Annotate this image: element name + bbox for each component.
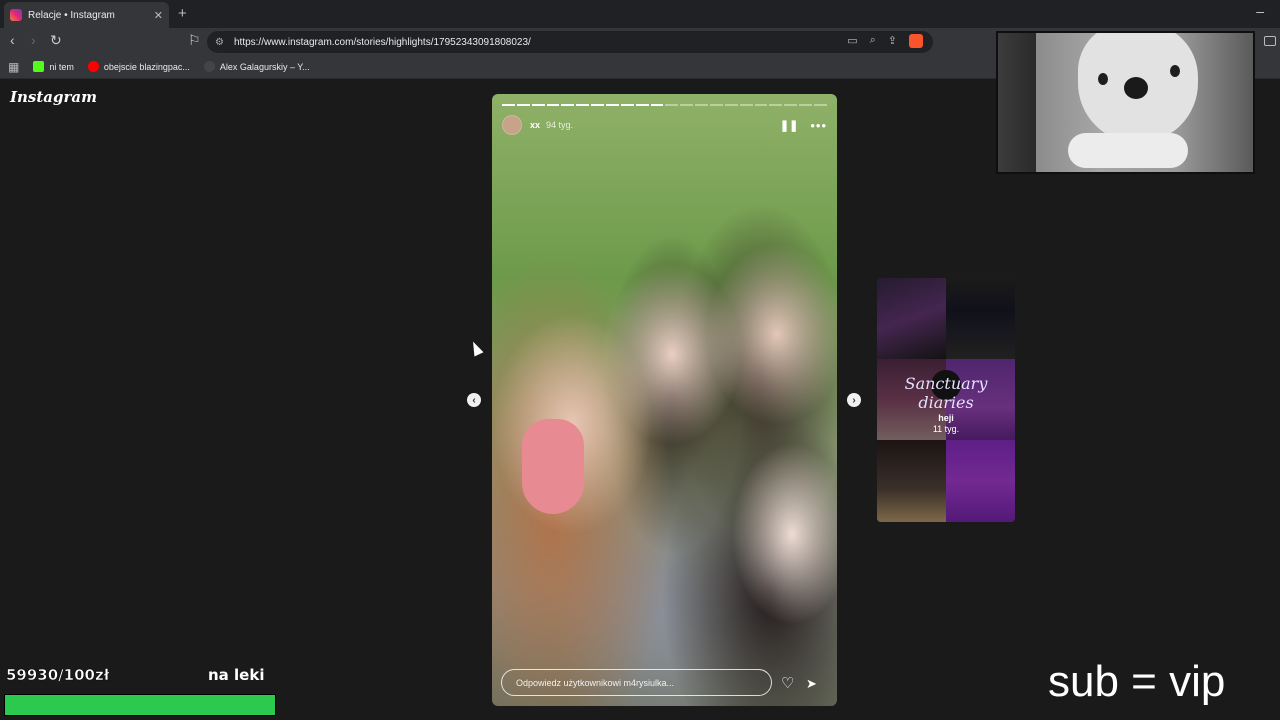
more-options-icon[interactable]: ••• bbox=[810, 118, 827, 133]
progress-segment bbox=[799, 104, 813, 106]
dog-nose bbox=[1124, 77, 1148, 99]
url-text[interactable]: https://www.instagram.com/stories/highli… bbox=[234, 37, 531, 48]
story-header: xx 94 tyg. ❚❚ ••• bbox=[502, 115, 827, 135]
progress-segment bbox=[724, 104, 738, 106]
back-icon[interactable]: ‹ bbox=[10, 32, 15, 48]
bookmark-item[interactable]: obejscie blazingpac... bbox=[87, 61, 190, 72]
story-username[interactable]: xx bbox=[530, 120, 540, 130]
story-photo-detail bbox=[522, 419, 584, 514]
minimize-button[interactable]: – bbox=[1256, 3, 1264, 19]
progress-segment bbox=[710, 104, 723, 106]
kick-icon bbox=[33, 61, 45, 72]
progress-segment bbox=[576, 104, 590, 106]
youtube-icon bbox=[87, 61, 99, 72]
reply-input[interactable]: Odpowiedz użytkownikowi m4rysiulka... bbox=[501, 669, 772, 696]
preview-username: heji bbox=[938, 413, 954, 423]
tab-bar: Relacje • Instagram ✕ + – bbox=[0, 0, 1280, 28]
progress-segment bbox=[769, 104, 783, 106]
address-bar[interactable]: ⚙ https://www.instagram.com/stories/high… bbox=[207, 31, 933, 53]
share-icon[interactable]: ⇪ bbox=[888, 34, 897, 48]
screen: Relacje • Instagram ✕ + – ‹ › ↻ ⚐ ⚙ http… bbox=[0, 0, 1280, 720]
progress-segment bbox=[561, 104, 575, 106]
progress-segment bbox=[591, 104, 605, 106]
cast-icon[interactable]: ▭ bbox=[847, 34, 857, 48]
instagram-logo[interactable]: Instagram bbox=[10, 88, 97, 106]
dog-eye bbox=[1170, 65, 1180, 77]
bookmark-label: ni tem bbox=[49, 61, 74, 72]
mouse-cursor-icon bbox=[468, 339, 484, 357]
progress-segment bbox=[620, 104, 634, 106]
goal-amount: 59930/100zł bbox=[6, 666, 110, 685]
bookmark-item[interactable]: ni tem bbox=[33, 61, 74, 72]
next-story-button[interactable]: › bbox=[847, 393, 861, 407]
instagram-favicon-icon bbox=[10, 9, 22, 21]
progress-segment bbox=[516, 104, 530, 106]
tab-close-icon[interactable]: ✕ bbox=[154, 9, 163, 22]
story-progress-bar bbox=[502, 104, 827, 106]
progress-segment bbox=[606, 104, 619, 106]
progress-segment bbox=[695, 104, 709, 106]
avatar-icon bbox=[203, 61, 215, 72]
tab-title: Relacje • Instagram bbox=[28, 9, 115, 21]
progress-segment bbox=[754, 104, 768, 106]
goal-progress-fill bbox=[5, 695, 275, 715]
dog-eye bbox=[1098, 73, 1108, 85]
progress-segment bbox=[546, 104, 560, 106]
site-settings-icon[interactable]: ⚙ bbox=[215, 37, 224, 48]
new-tab-button[interactable]: + bbox=[178, 5, 187, 22]
side-panel-icon[interactable] bbox=[1264, 36, 1276, 46]
goal-progress-bar bbox=[4, 694, 276, 716]
progress-segment bbox=[635, 104, 649, 106]
goal-label: na leki bbox=[208, 666, 265, 684]
send-icon[interactable]: ➤ bbox=[806, 676, 817, 692]
zoom-icon[interactable]: ⌕ bbox=[870, 34, 876, 48]
dog-paws bbox=[1068, 133, 1188, 168]
bookmark-item[interactable]: Alex Galagurskiy – Y... bbox=[203, 61, 310, 72]
bookmark-icon[interactable]: ⚐ bbox=[188, 32, 201, 49]
progress-segment bbox=[784, 104, 798, 106]
apps-grid-icon[interactable]: ▦ bbox=[8, 60, 19, 74]
progress-segment bbox=[814, 104, 827, 106]
progress-segment bbox=[650, 104, 664, 106]
tab-instagram[interactable]: Relacje • Instagram ✕ bbox=[4, 2, 169, 28]
next-story-preview[interactable]: Sanctuary diaries heji 11 tyg. bbox=[877, 278, 1015, 522]
progress-segment bbox=[680, 104, 694, 106]
previous-story-button[interactable]: ‹ bbox=[467, 393, 481, 407]
webcam-overlay bbox=[996, 31, 1255, 174]
story-time: 94 tyg. bbox=[546, 120, 574, 130]
pause-icon[interactable]: ❚❚ bbox=[780, 119, 798, 132]
progress-segment bbox=[502, 104, 515, 106]
story-avatar[interactable] bbox=[502, 115, 522, 135]
stream-caption: sub = vip bbox=[1048, 657, 1226, 706]
progress-segment bbox=[739, 104, 753, 106]
progress-segment bbox=[531, 104, 545, 106]
reload-icon[interactable]: ↻ bbox=[50, 32, 62, 49]
address-bar-actions: ▭ ⌕ ⇪ bbox=[847, 34, 923, 48]
story-viewer[interactable]: xx 94 tyg. ❚❚ ••• Odpowiedz użytkownikow… bbox=[492, 94, 837, 706]
bookmark-label: Alex Galagurskiy – Y... bbox=[219, 61, 310, 72]
progress-segment bbox=[665, 104, 679, 106]
preview-time: 11 tyg. bbox=[932, 424, 960, 434]
preview-title: Sanctuary diaries bbox=[904, 374, 988, 412]
bookmark-label: obejscie blazingpac... bbox=[103, 61, 190, 72]
forward-icon[interactable]: › bbox=[31, 32, 36, 48]
like-heart-icon[interactable]: ♡ bbox=[781, 674, 794, 692]
brave-shield-icon[interactable] bbox=[909, 34, 923, 48]
